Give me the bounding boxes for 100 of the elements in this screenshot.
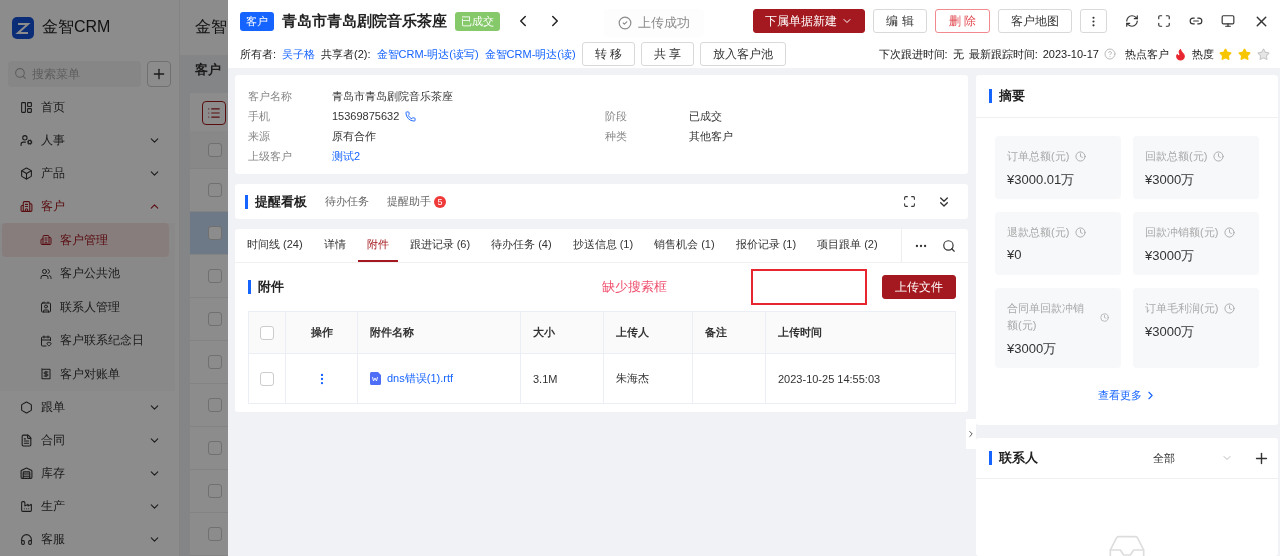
upload-button[interactable]: 上传文件 [882,275,956,299]
submenu-item[interactable]: 客户公共池 [2,256,169,291]
menu-item[interactable]: 首页 [0,91,179,125]
owner-link[interactable]: 吴子格 [282,46,316,62]
document-icon [370,372,381,385]
toast-text: 上传成功 [638,14,690,32]
file-link[interactable]: dns错误(1).rtf [387,371,453,386]
board-tab[interactable]: 待办任务 [325,194,369,209]
checkbox[interactable] [260,371,274,386]
building-icon [40,234,52,247]
checkbox[interactable] [208,183,222,197]
chevron-right-icon [966,428,976,440]
field-label: 手机 [248,109,271,124]
menu-item[interactable]: 库存 [0,456,179,490]
column-header: 上传人 [604,312,693,353]
heat-label: 热度 [1192,46,1214,62]
clock-icon [1075,151,1087,162]
menu-item[interactable]: 客服 [0,522,179,556]
new-document-button[interactable]: 下属单据新建 [753,9,866,33]
tab[interactable]: 报价记录 (1) [726,229,806,262]
checkbox[interactable] [208,142,222,157]
submenu-item[interactable]: 联系人管理 [2,290,169,324]
check-icon [618,16,632,30]
submenu-item[interactable]: 客户对账单 [2,357,169,391]
menu-item[interactable]: 生产 [0,489,179,523]
metric-label: 回款冲销额(元) [1145,225,1219,240]
menu-item[interactable]: 产品 [0,157,179,191]
submenu-item[interactable]: 客户管理 [2,223,169,257]
type-badge: 客户 [240,11,274,31]
section-title: 附件 [248,280,284,294]
action-button[interactable]: 编 辑 [873,9,927,33]
tab[interactable]: 抄送信息 (1) [563,229,643,262]
field-value: 其他客户 [689,129,734,144]
clock-icon [1075,227,1087,238]
menu-item[interactable]: 跟单 [0,390,179,424]
calendar-icon [40,334,52,347]
clock-icon [1224,227,1236,238]
checkbox[interactable] [208,398,222,412]
checkbox[interactable] [208,226,222,240]
last-track-label: 最新跟踪时间: [968,46,1038,62]
sharer-link[interactable]: 金智CRM-明达(读写) [376,46,479,62]
checkbox[interactable] [208,441,222,455]
clock-icon [1224,303,1236,314]
field-label: 客户名称 [248,89,293,104]
tab[interactable]: 销售机会 (1) [645,229,724,262]
last-track-value: 2023-10-17 [1042,48,1099,60]
tab[interactable]: 时间线 (24) [238,229,312,262]
flame-icon [1174,47,1187,61]
owner-action-button[interactable]: 转 移 [581,42,635,66]
field-label: 种类 [605,129,628,144]
monitor-icon[interactable] [1221,14,1235,28]
annotation-text: 缺少搜索框 [602,278,667,296]
status-tag: 已成交 [455,11,500,31]
checkbox[interactable] [208,269,222,283]
expand-handle[interactable] [966,419,976,449]
menu-item[interactable]: 人事 [0,124,179,158]
table-cell: 朱海杰 [604,354,693,403]
checkbox[interactable] [208,484,222,498]
page-title: 客户 [195,61,221,80]
board-tab[interactable]: 提醒助手 [387,194,431,209]
metric-label: 合同单回款冲销额(元) [1007,301,1085,333]
link-icon[interactable] [1189,14,1203,28]
phone-icon[interactable] [405,110,417,122]
more-button[interactable] [1080,9,1107,33]
metric-value: ¥3000万 [1145,247,1196,265]
search-icon[interactable] [942,238,956,253]
checkbox[interactable] [260,325,274,340]
fullscreen-icon[interactable] [1157,14,1171,28]
delete-button[interactable]: 删 除 [934,9,990,33]
checkbox[interactable] [208,527,222,541]
metric-label: 订单总额(元) [1007,149,1070,164]
sharer-link[interactable]: 金智CRM-明达(读) [484,46,576,62]
field-label: 来源 [248,129,271,144]
field-value: 已成交 [689,109,723,124]
add-button[interactable] [147,61,171,88]
field-link[interactable]: 测试2 [332,148,605,164]
checkbox[interactable] [208,355,222,369]
checkbox[interactable] [208,312,222,326]
section-title: 摘要 [989,89,1025,103]
submenu-item[interactable]: 客户联系纪念日 [2,323,169,358]
logo-icon [12,16,34,39]
tab[interactable]: 待办任务 (4) [482,229,561,262]
field-label: 阶段 [605,109,628,124]
list-view-button[interactable] [202,101,226,125]
owner-action-button[interactable]: 放入客户池 [700,42,787,66]
action-button[interactable]: 客户地图 [998,9,1072,33]
tab[interactable]: 跟进记录 (6) [400,229,480,262]
view-more-link[interactable]: 查看更多 [1097,388,1157,403]
owner-action-button[interactable]: 共 享 [641,42,695,66]
filter-select[interactable]: 全部 [1153,450,1233,466]
tab[interactable]: 附件 [357,229,398,262]
receipt-icon [40,368,52,381]
tab[interactable]: 项目跟单 (2) [808,229,887,262]
tab[interactable]: 详情 [314,229,355,262]
fullscreen-icon[interactable] [903,195,916,208]
menu-item[interactable]: 客户 [0,190,179,224]
field-value: 原有合作 [332,129,377,144]
refresh-icon[interactable] [1125,14,1139,28]
menu-item[interactable]: 合同 [0,423,179,457]
building-icon [20,200,33,214]
